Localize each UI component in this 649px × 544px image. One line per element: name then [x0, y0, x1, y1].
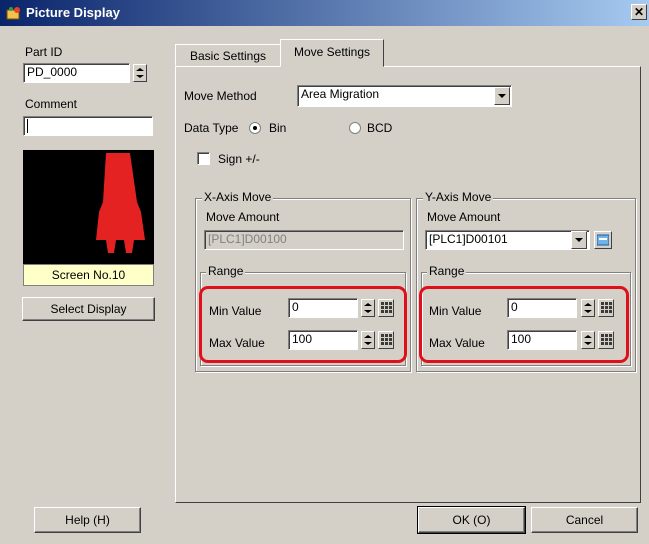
x-move-amount-label: Move Amount [206, 210, 280, 224]
y-move-amount-input[interactable]: [PLC1]D00101 [425, 230, 590, 250]
data-type-bin-radio[interactable] [249, 122, 261, 134]
sign-checkbox[interactable] [197, 152, 210, 165]
sign-label: Sign +/- [218, 152, 260, 166]
picture-display-dialog: Picture Display ✕ Part ID PD_0000 Commen… [0, 0, 649, 544]
picture-display-app-icon [6, 6, 22, 20]
y-range-highlight [419, 286, 629, 363]
cancel-button[interactable]: Cancel [531, 507, 638, 533]
comment-label: Comment [25, 97, 78, 111]
part-id-label: Part ID [25, 45, 63, 59]
data-type-label: Data Type [184, 121, 239, 135]
comment-input[interactable] [23, 116, 153, 136]
y-move-amount-dropdown-arrow[interactable] [571, 231, 587, 249]
screen-preview [23, 150, 154, 264]
tab-basic-settings[interactable]: Basic Settings [175, 44, 281, 66]
move-method-label: Move Method [184, 89, 257, 103]
ok-button[interactable]: OK (O) [417, 506, 526, 534]
help-button[interactable]: Help (H) [34, 507, 141, 533]
move-method-select[interactable]: Area Migration [297, 85, 512, 107]
x-range-highlight [199, 286, 407, 363]
screen-number-text: Screen No.10 [51, 268, 126, 282]
data-type-bcd-label: BCD [367, 121, 393, 135]
move-method-dropdown-arrow[interactable] [494, 87, 510, 105]
data-type-bin-label: Bin [269, 121, 287, 135]
data-type-bcd-radio[interactable] [349, 122, 361, 134]
x-range-title: Range [206, 264, 246, 278]
screen-preview-caption: Screen No.10 [23, 264, 154, 286]
part-id-input[interactable]: PD_0000 [23, 63, 130, 83]
text-cursor [27, 118, 28, 133]
tab-move-settings[interactable]: Move Settings [280, 39, 384, 67]
address-picker-icon[interactable] [594, 231, 612, 249]
part-id-spinner[interactable] [133, 64, 147, 82]
preview-shape-icon [96, 153, 145, 253]
y-range-title: Range [427, 264, 467, 278]
title-bar[interactable]: Picture Display ✕ [0, 0, 649, 26]
y-axis-move-title: Y-Axis Move [423, 190, 494, 204]
x-axis-move-title: X-Axis Move [202, 190, 274, 204]
close-button[interactable]: ✕ [631, 4, 647, 20]
select-display-button[interactable]: Select Display [22, 297, 155, 321]
close-icon: ✕ [633, 5, 645, 19]
x-move-amount-input[interactable]: [PLC1]D00100 [204, 230, 404, 250]
y-move-amount-label: Move Amount [427, 210, 501, 224]
window-title: Picture Display [26, 5, 120, 20]
